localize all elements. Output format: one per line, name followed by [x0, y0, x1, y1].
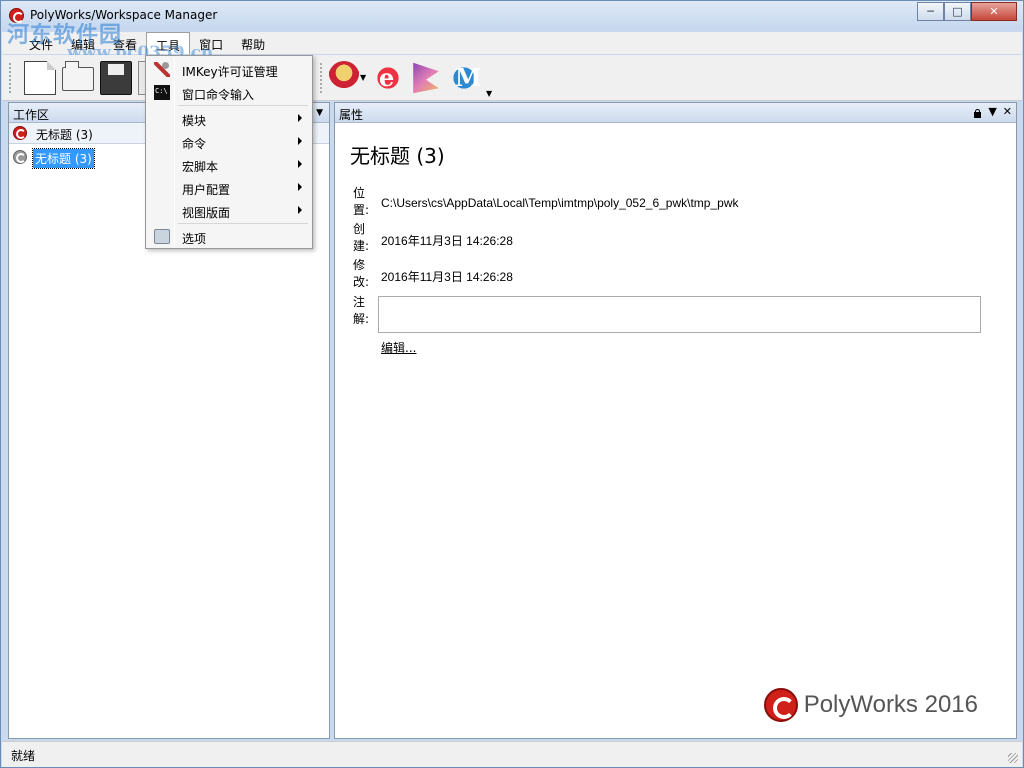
menu-item-label: 用户配置 [182, 183, 231, 197]
menu-item-options[interactable]: 选项 [148, 226, 310, 248]
menu-item-commands[interactable]: 命令 [148, 131, 310, 153]
submenu-arrow-icon [298, 206, 302, 214]
tree-item-label[interactable]: 无标题 (3) [32, 148, 95, 169]
properties-heading: 无标题 (3) [350, 144, 445, 168]
toolbar-grip[interactable] [9, 63, 12, 93]
panel-menu-icon[interactable]: ▼ [316, 108, 323, 118]
menu-item-label: 模块 [182, 114, 207, 128]
properties-panel-title: 属性 [339, 108, 364, 122]
command-prompt-icon: C:\ [154, 85, 170, 100]
notes-field[interactable] [378, 296, 981, 333]
imalign-module-icon[interactable] [413, 62, 439, 94]
toolbar-separator [320, 63, 322, 93]
save-icon[interactable] [100, 61, 132, 95]
polyworks-brand: PolyWorks 2016 [763, 688, 978, 722]
tools-menu-dropdown: IMKey许可证管理 C:\ 窗口命令输入 模块 命令 宏脚本 用户配置 视图版… [145, 55, 313, 249]
title-bar: PolyWorks/Workspace Manager ─ □ ✕ [1, 1, 1023, 30]
app-window: PolyWorks/Workspace Manager ─ □ ✕ 文件 编辑 … [0, 0, 1024, 768]
resize-grip-icon[interactable] [1008, 753, 1018, 763]
new-document-icon[interactable] [24, 61, 56, 95]
minimize-button[interactable]: ─ [917, 2, 944, 21]
modified-label: 修改: [353, 258, 370, 289]
window-controls: ─ □ ✕ [917, 2, 1017, 21]
menu-item-label: 选项 [182, 232, 207, 246]
notes-label: 注解: [353, 295, 370, 326]
menu-item-label: 命令 [182, 137, 207, 151]
submenu-arrow-icon [298, 114, 302, 122]
workspace-panel-title: 工作区 [13, 108, 50, 122]
status-text: 就绪 [11, 749, 36, 763]
close-icon[interactable]: ✕ [1003, 105, 1012, 119]
menu-item-view-layout[interactable]: 视图版面 [148, 200, 310, 222]
lock-icon[interactable] [973, 109, 982, 119]
menu-item-imkey[interactable]: IMKey许可证管理 [148, 59, 310, 81]
menu-item-macros[interactable]: 宏脚本 [148, 154, 310, 176]
close-button[interactable]: ✕ [971, 2, 1017, 21]
imedit-module-icon[interactable]: e [372, 61, 404, 95]
menu-help[interactable]: 帮助 [232, 32, 274, 54]
immerge-module-icon[interactable]: M [448, 61, 482, 95]
submenu-arrow-icon [298, 137, 302, 145]
menu-item-user-config[interactable]: 用户配置 [148, 177, 310, 199]
submenu-arrow-icon [298, 160, 302, 168]
properties-panel-controls: ▼ ✕ [973, 105, 1012, 119]
options-icon [154, 229, 170, 244]
polyworks-logo-icon [763, 688, 798, 722]
menu-item-label: IMKey许可证管理 [182, 65, 278, 79]
properties-panel-header: 属性 ▼ ✕ [335, 103, 1016, 123]
toolbar-overflow-icon[interactable]: ▼ [486, 89, 492, 98]
key-icon [154, 62, 170, 77]
open-folder-icon[interactable] [62, 61, 94, 91]
menu-item-label: 窗口命令输入 [182, 88, 255, 102]
project-icon [13, 150, 27, 164]
edit-link[interactable]: 编辑... [381, 339, 416, 356]
menu-separator [178, 105, 308, 106]
menu-item-command-window[interactable]: C:\ 窗口命令输入 [148, 82, 310, 104]
workspace-icon [13, 126, 27, 140]
inspector-dropdown-icon[interactable]: ▼ [360, 73, 366, 82]
menu-separator [178, 223, 308, 224]
modified-value: 2016年11月3日 14:26:28 [381, 270, 513, 284]
brand-text: PolyWorks 2016 [803, 691, 978, 718]
maximize-button[interactable]: □ [944, 2, 971, 21]
submenu-arrow-icon [298, 183, 302, 191]
location-value: C:\Users\cs\AppData\Local\Temp\imtmp\pol… [381, 196, 739, 210]
status-bar: 就绪 [2, 741, 1022, 767]
location-label: 位置: [353, 186, 370, 217]
properties-panel: 属性 ▼ ✕ 无标题 (3) 位置: C:\Users\cs\AppData\L… [334, 102, 1017, 739]
created-label: 创建: [353, 222, 370, 253]
inspector-module-icon[interactable] [328, 61, 360, 95]
panel-menu-icon[interactable]: ▼ [988, 105, 996, 119]
created-value: 2016年11月3日 14:26:28 [381, 234, 513, 248]
menu-item-label: 视图版面 [182, 206, 231, 220]
menu-item-label: 宏脚本 [182, 160, 219, 174]
workspace-name: 无标题 (3) [36, 128, 93, 142]
menu-item-modules[interactable]: 模块 [148, 108, 310, 130]
